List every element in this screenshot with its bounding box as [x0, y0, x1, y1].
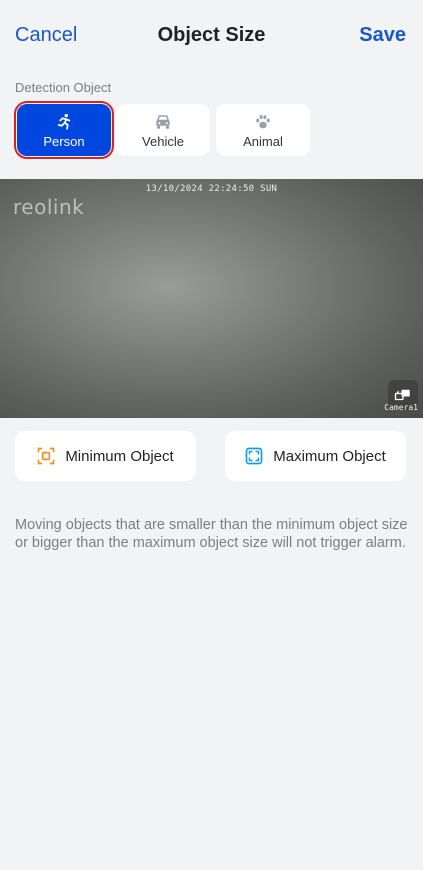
minimum-object-icon: [37, 447, 55, 465]
maximum-object-label: Maximum Object: [273, 447, 386, 465]
save-button[interactable]: Save: [359, 24, 406, 47]
paw-icon: [254, 112, 272, 132]
camera-name: Camera1: [384, 403, 418, 412]
minimum-object-button[interactable]: Minimum Object: [15, 431, 196, 481]
person-option-button[interactable]: Person: [14, 101, 114, 159]
vehicle-option-button[interactable]: Vehicle: [116, 104, 210, 156]
vehicle-option-label: Vehicle: [142, 133, 184, 149]
maximum-object-icon: [245, 447, 263, 465]
person-option-label: Person: [43, 133, 85, 149]
brand-watermark: reolink: [13, 195, 85, 219]
car-icon: [154, 112, 172, 132]
camera-preview: 13/10/2024 22:24:50 SUN reolink Camera1: [0, 179, 423, 418]
maximum-object-button[interactable]: Maximum Object: [225, 431, 406, 481]
detection-object-label: Detection Object: [15, 80, 112, 95]
minimum-object-label: Minimum Object: [65, 447, 174, 465]
size-explanation-text: Moving objects that are smaller than the…: [15, 517, 408, 551]
header-bar: Cancel Object Size Save: [0, 0, 423, 72]
animal-option-button[interactable]: Animal: [216, 104, 310, 156]
running-person-icon: [55, 112, 73, 132]
animal-option-label: Animal: [243, 133, 283, 149]
camera-timestamp: 13/10/2024 22:24:50 SUN: [145, 184, 278, 194]
